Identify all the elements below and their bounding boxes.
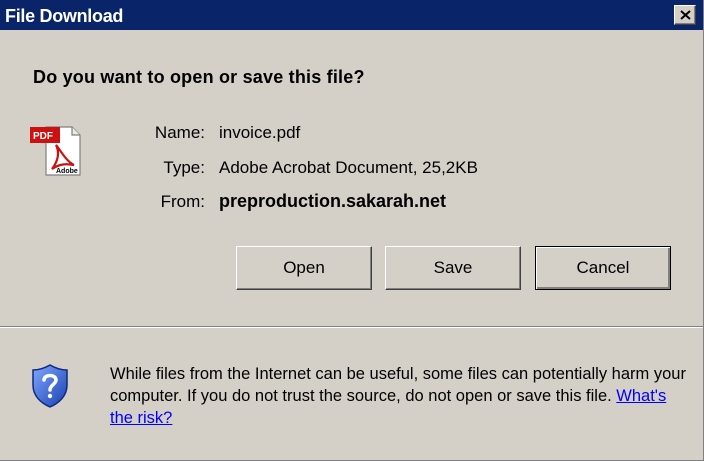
file-source: preproduction.sakarah.net bbox=[219, 191, 447, 211]
title-bar[interactable]: File Download bbox=[0, 0, 703, 30]
cancel-button-label: Cancel bbox=[576, 258, 630, 277]
warning-text: While files from the Internet can be use… bbox=[110, 365, 686, 405]
file-download-dialog: File Download Do you want to open or sav… bbox=[0, 0, 704, 461]
open-button[interactable]: Open bbox=[236, 246, 372, 290]
prompt-question: Do you want to open or save this file? bbox=[33, 67, 365, 87]
security-warning: While files from the Internet can be use… bbox=[110, 363, 690, 429]
shield-question-icon bbox=[32, 364, 68, 408]
file-name: invoice.pdf bbox=[219, 123, 301, 142]
pdf-file-icon: PDF Adobe bbox=[30, 126, 81, 176]
separator bbox=[0, 326, 703, 328]
save-button[interactable]: Save bbox=[385, 246, 521, 290]
type-label: Type: bbox=[163, 158, 205, 177]
adobe-text: Adobe bbox=[56, 168, 78, 175]
close-button[interactable] bbox=[674, 5, 696, 25]
name-label: Name: bbox=[154, 123, 205, 142]
close-icon bbox=[680, 10, 691, 20]
save-button-label: Save bbox=[433, 258, 473, 277]
cancel-button[interactable]: Cancel bbox=[535, 246, 671, 290]
file-type: Adobe Acrobat Document, 25,2KB bbox=[219, 158, 478, 177]
window-title: File Download bbox=[5, 6, 124, 26]
pdf-badge-text: PDF bbox=[33, 131, 53, 142]
from-label: From: bbox=[160, 192, 205, 211]
open-button-label: Open bbox=[283, 258, 325, 277]
